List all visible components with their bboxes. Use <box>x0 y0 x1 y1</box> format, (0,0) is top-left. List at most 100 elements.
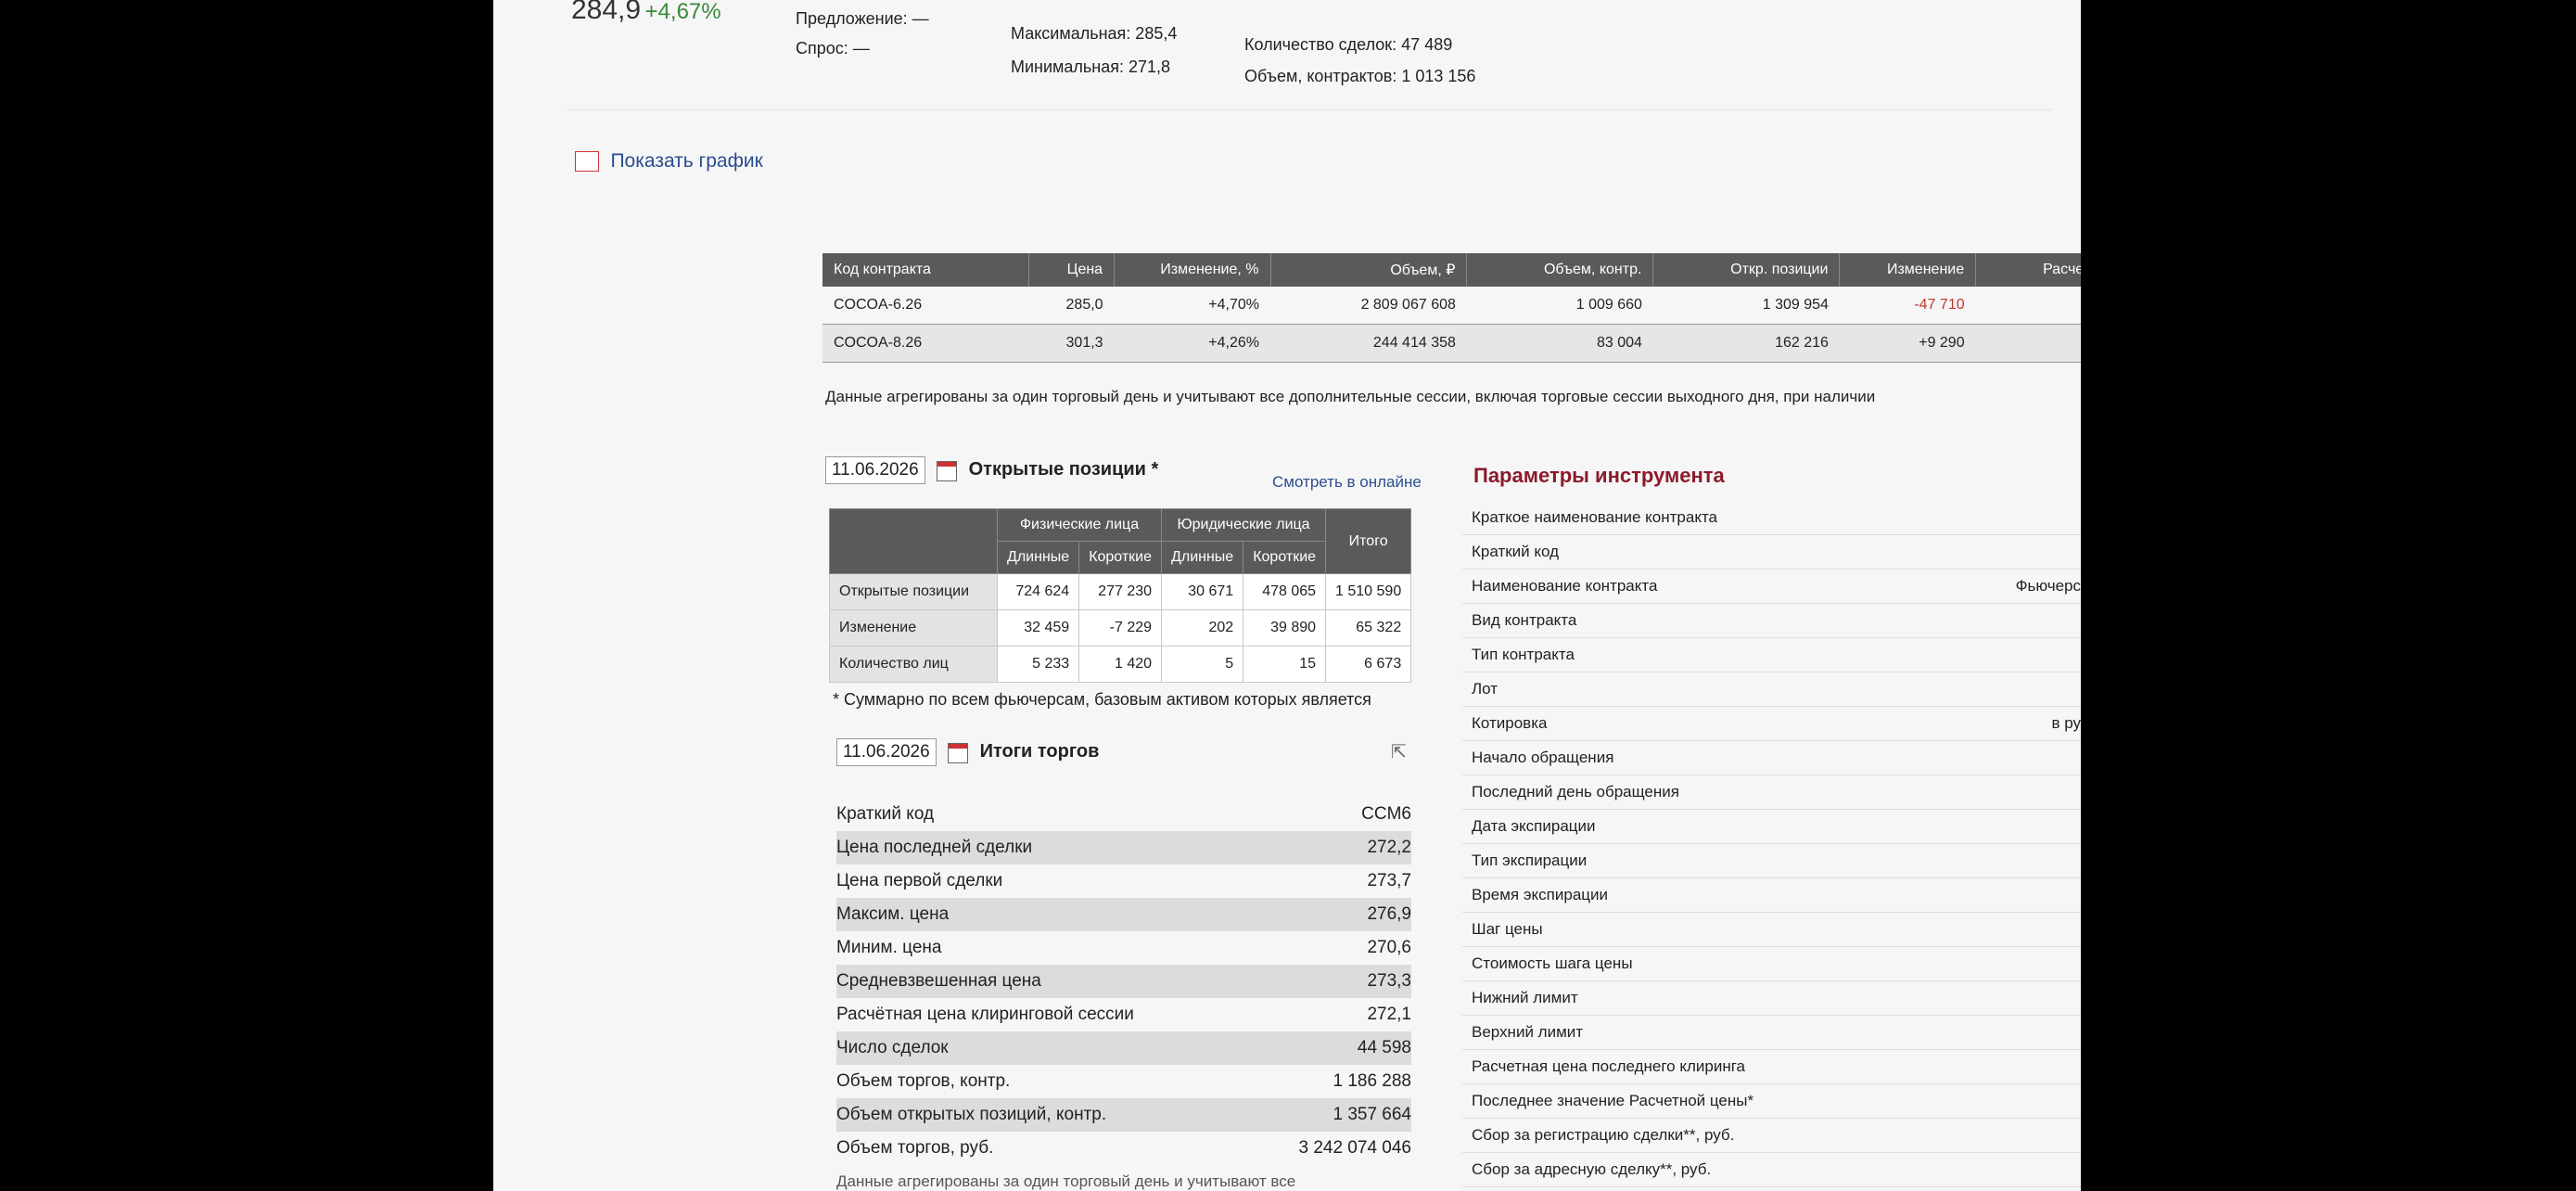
list-item: Расчётная цена клиринговой сессии 272,1 <box>836 1005 1411 1024</box>
group-header: Физические лица <box>996 508 1163 542</box>
mouse-cursor-icon: ⇱ <box>1391 742 1407 762</box>
chart-icon <box>575 151 599 172</box>
list-item: Средневзвешенная цена 273,3 <box>836 965 1411 998</box>
col-header[interactable]: Откр. позиции <box>1652 253 1841 287</box>
param-row: Котировка в ру <box>1462 707 2081 741</box>
list-item: Краткий код CCM6 <box>836 804 1411 824</box>
table-row[interactable]: COCOA-6.26 285,0 +4,70% 2 809 067 608 1 … <box>823 287 2081 325</box>
cell: 2 809 067 608 <box>1270 287 1467 325</box>
row-label: Открытые позиции <box>829 573 998 610</box>
open-positions-header: 11.06.2026 Открытые позиции * <box>825 456 1158 484</box>
cell: 244 414 358 <box>1270 324 1467 363</box>
header-divider <box>567 109 2051 110</box>
deals-count-label: Количество сделок: 47 489 <box>1244 35 1453 54</box>
param-row: Сбор за адресную сделку**, руб. <box>1462 1153 2081 1187</box>
bid-label: Спрос: — <box>796 39 870 58</box>
param-row: Начало обращения <box>1462 741 2081 775</box>
cell: 83 004 <box>1466 324 1653 363</box>
results-date-input[interactable]: 11.06.2026 <box>836 738 937 766</box>
col-header[interactable]: Цена <box>1028 253 1116 287</box>
calendar-icon[interactable] <box>937 460 958 481</box>
col-header[interactable]: Код контракта <box>823 253 1029 287</box>
cell: 285,0 <box>1028 287 1115 325</box>
cell: 724 624 <box>996 573 1080 610</box>
col-header[interactable]: Изменение <box>1839 253 1977 287</box>
row-label: Изменение <box>829 609 998 647</box>
col-header[interactable]: Изменение, % <box>1114 253 1271 287</box>
cell: 32 459 <box>996 609 1080 647</box>
trade-results-list: Краткий код CCM6 Цена последней сделки 272… <box>836 798 1411 1191</box>
col-header[interactable]: Объем, контр. <box>1466 253 1654 287</box>
cell: 65 322 <box>1325 609 1412 647</box>
sub-header: Длинные <box>1161 541 1244 574</box>
cell: 1 510 590 <box>1325 573 1412 610</box>
col-header[interactable]: Расчет <box>1975 253 2081 287</box>
param-row: Краткое наименование контракта <box>1462 501 2081 535</box>
param-row: Сбор за регистрацию сделки**, руб. <box>1462 1119 2081 1153</box>
cell: 1 009 660 <box>1466 287 1653 325</box>
param-row: Тип контракта <box>1462 638 2081 672</box>
last-price: 284,9 <box>571 0 642 25</box>
contract-code-link[interactable]: COCOA-8.26 <box>823 324 1029 363</box>
cell: 30 671 <box>1161 573 1244 610</box>
table-row: Изменение 32 459 -7 229 202 39 890 65 32… <box>829 609 1412 647</box>
param-row: Стоимость шага цены <box>1462 947 2081 981</box>
param-row: Наименование контракта Фьючерс <box>1462 570 2081 604</box>
cell: 5 233 <box>996 646 1080 683</box>
open-positions-title: Открытые позиции * <box>968 459 1159 480</box>
trade-results-footnote: Данные агрегированы за один торговый ден… <box>836 1172 1296 1190</box>
show-chart-link[interactable]: Показать график <box>575 150 763 173</box>
trade-results-header: 11.06.2026 Итоги торгов <box>836 738 1099 766</box>
price-change: +4,67% <box>644 0 721 24</box>
group-header: Юридические лица <box>1161 508 1327 542</box>
cell: 15 <box>1243 646 1327 683</box>
instrument-params: Параметры инструмента Краткое наименован… <box>1462 464 2081 1187</box>
param-row: Последнее значение Расчетной цены* <box>1462 1084 2081 1119</box>
view-online-link[interactable]: Смотреть в онлайне <box>1272 473 1422 492</box>
param-row: Дата экспирации <box>1462 810 2081 844</box>
max-price-label: Максимальная: 285,4 <box>1011 24 1178 43</box>
col-header[interactable]: Объем, ₽ <box>1270 253 1468 287</box>
list-item: Объем открытых позиций, контр. 1 357 664 <box>836 1098 1411 1132</box>
list-item: Цена первой сделки 273,7 <box>836 871 1411 890</box>
param-row: Краткий код <box>1462 535 2081 570</box>
param-row: Шаг цены <box>1462 913 2081 947</box>
cell: +4,70% <box>1114 287 1270 325</box>
cell: 1 309 954 <box>1652 287 1840 325</box>
list-item: Объем торгов, контр. 1 186 288 <box>836 1071 1411 1091</box>
corner-header <box>829 508 998 574</box>
table-row: Количество лиц 5 233 1 420 5 15 6 673 <box>829 646 1412 683</box>
cell: 39 890 <box>1243 609 1327 647</box>
oi-date-input[interactable]: 11.06.2026 <box>825 456 925 484</box>
cell: 301,3 <box>1028 324 1115 363</box>
table-row[interactable]: COCOA-8.26 301,3 +4,26% 244 414 358 83 0… <box>823 324 2081 363</box>
cell: -7 229 <box>1078 609 1163 647</box>
min-price-label: Минимальная: 271,8 <box>1011 58 1171 76</box>
volume-contracts-label: Объем, контрактов: 1 013 156 <box>1244 67 1476 85</box>
params-title: Параметры инструмента <box>1473 464 1725 487</box>
cell: 1 420 <box>1078 646 1163 683</box>
cell: 277 230 <box>1078 573 1163 610</box>
calendar-icon[interactable] <box>948 742 969 763</box>
param-row: Верхний лимит <box>1462 1016 2081 1050</box>
cell: -47 710 <box>1839 287 1976 325</box>
list-item: Миним. цена 270,6 <box>836 938 1411 957</box>
row-label: Количество лиц <box>829 646 998 683</box>
list-item: Число сделок 44 598 <box>836 1031 1411 1065</box>
group-header: Итого <box>1325 508 1412 574</box>
sub-header: Короткие <box>1078 541 1163 574</box>
param-row: Вид контракта <box>1462 604 2081 638</box>
cell: +4,26% <box>1114 324 1270 363</box>
contract-code-link[interactable]: COCOA-6.26 <box>823 287 1029 325</box>
cell <box>1975 324 2081 363</box>
cell: +9 290 <box>1839 324 1976 363</box>
offer-label: Предложение: — <box>796 9 929 28</box>
cell: 478 065 <box>1243 573 1327 610</box>
param-row: Время экспирации <box>1462 878 2081 913</box>
sub-header: Длинные <box>996 541 1080 574</box>
cell: 5 <box>1161 646 1244 683</box>
open-positions-footnote: * Суммарно по всем фьючерсам, базовым ак… <box>833 690 1371 709</box>
cell: 162 216 <box>1652 324 1840 363</box>
cell: 202 <box>1161 609 1244 647</box>
contracts-note: Данные агрегированы за один торговый ден… <box>825 388 1876 405</box>
